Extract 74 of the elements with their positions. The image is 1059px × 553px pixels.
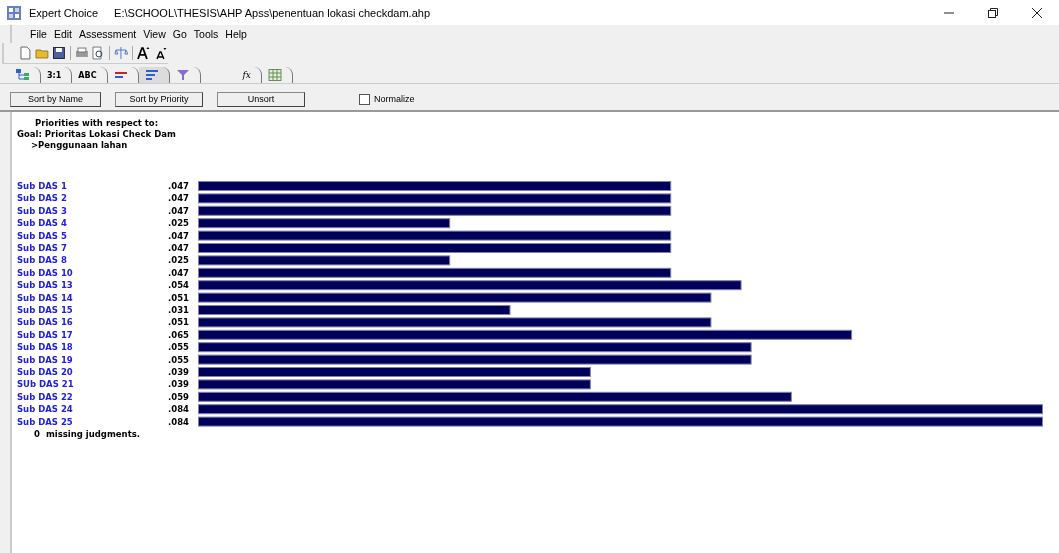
menu-item[interactable]: Tools xyxy=(193,28,219,40)
view-tab[interactable] xyxy=(138,67,170,83)
priority-value: .059 xyxy=(168,391,189,402)
alternative-name: Sub DAS 15 xyxy=(17,305,73,315)
alternative-name: Sub DAS 10 xyxy=(17,267,73,278)
alternative-name: Sub DAS 5 xyxy=(17,230,67,241)
tree-icon xyxy=(16,69,30,81)
priority-value: .025 xyxy=(168,255,189,266)
alternative-name: Sub DAS 24 xyxy=(17,404,73,415)
priority-value: .084 xyxy=(168,416,189,427)
alternative-name: Sub DAS 18 xyxy=(17,342,73,353)
menu-item[interactable]: Assessment xyxy=(79,28,137,40)
sort-button[interactable]: Sort by Name xyxy=(10,91,101,107)
alternative-name: Sub DAS 20 xyxy=(17,367,73,377)
priority-value: .039 xyxy=(168,379,189,390)
alternative-name: Sub DAS 19 xyxy=(17,354,73,365)
printer-icon[interactable] xyxy=(74,46,89,60)
missing-label: missing judgments. xyxy=(45,429,140,439)
priority-value: .047 xyxy=(168,193,189,204)
node-text: >Penggunaan lahan xyxy=(30,140,129,151)
priority-value: .065 xyxy=(168,329,189,340)
save-icon[interactable] xyxy=(51,46,66,60)
priority-value: .031 xyxy=(168,305,189,315)
file-path: E:\SCHOOL\THESIS\AHP Apss\penentuan lokasi checkdam.ahp xyxy=(114,6,430,19)
alternative-name: Sub DAS 17 xyxy=(17,329,73,340)
alternative-name: SUb DAS 21 xyxy=(17,379,74,390)
priority-value: .051 xyxy=(168,317,189,328)
priority-value: .047 xyxy=(168,205,189,216)
bars-icon xyxy=(144,69,159,81)
priority-value: .047 xyxy=(168,230,189,241)
balance-icon[interactable] xyxy=(114,46,129,60)
missing-count: 0 xyxy=(34,429,40,439)
new-file-icon[interactable] xyxy=(18,46,32,60)
alternative-name: Sub DAS 1 xyxy=(17,181,67,191)
restore-icon[interactable] xyxy=(988,7,998,18)
priority-value: .084 xyxy=(168,404,189,415)
menu-item[interactable]: File xyxy=(30,28,47,40)
alternative-name: Sub DAS 4 xyxy=(17,218,67,229)
sort-button[interactable]: Sort by Priority xyxy=(115,91,203,107)
alternative-name: Sub DAS 14 xyxy=(17,292,73,303)
menu-item[interactable]: Edit xyxy=(53,28,72,40)
funnel-icon xyxy=(175,69,190,81)
close-icon[interactable] xyxy=(1032,7,1042,18)
priority-value: .039 xyxy=(168,367,189,377)
alternative-name: Sub DAS 3 xyxy=(17,205,67,216)
sort-button[interactable]: Unsort xyxy=(217,91,305,107)
checkbox-box[interactable] xyxy=(359,93,370,105)
menu-item[interactable]: Help xyxy=(225,28,247,40)
menu-item[interactable]: Go xyxy=(172,28,187,40)
alternative-name: Sub DAS 2 xyxy=(17,193,67,204)
priorities-heading: Priorities with respect to: xyxy=(34,118,160,129)
bars-icon xyxy=(113,69,128,81)
alternative-name: Sub DAS 25 xyxy=(17,416,73,427)
font-smaller-icon[interactable] xyxy=(154,46,168,60)
priority-value: .047 xyxy=(168,181,189,191)
priority-value: .055 xyxy=(168,342,189,353)
priority-value: .047 xyxy=(168,243,189,253)
grid-icon xyxy=(267,69,282,81)
menu-item[interactable]: View xyxy=(143,28,166,40)
goal-text: Goal: Prioritas Lokasi Check Dam xyxy=(17,129,177,140)
app-icon xyxy=(7,5,21,20)
priority-value: .025 xyxy=(168,218,189,229)
priority-value: .051 xyxy=(168,292,189,303)
normalize-checkbox[interactable]: Normalize xyxy=(359,93,415,105)
priority-value: .047 xyxy=(168,267,189,278)
priority-value: .055 xyxy=(168,354,189,365)
alternative-name: Sub DAS 16 xyxy=(17,317,73,328)
priority-value: .054 xyxy=(168,280,189,291)
alternative-name: Sub DAS 8 xyxy=(17,255,67,266)
alternative-name: Sub DAS 13 xyxy=(17,280,73,291)
window-title: Expert Choice xyxy=(29,6,99,19)
alternative-name: Sub DAS 7 xyxy=(17,243,67,253)
font-larger-icon[interactable] xyxy=(137,46,152,60)
alternative-name: Sub DAS 22 xyxy=(17,391,73,402)
